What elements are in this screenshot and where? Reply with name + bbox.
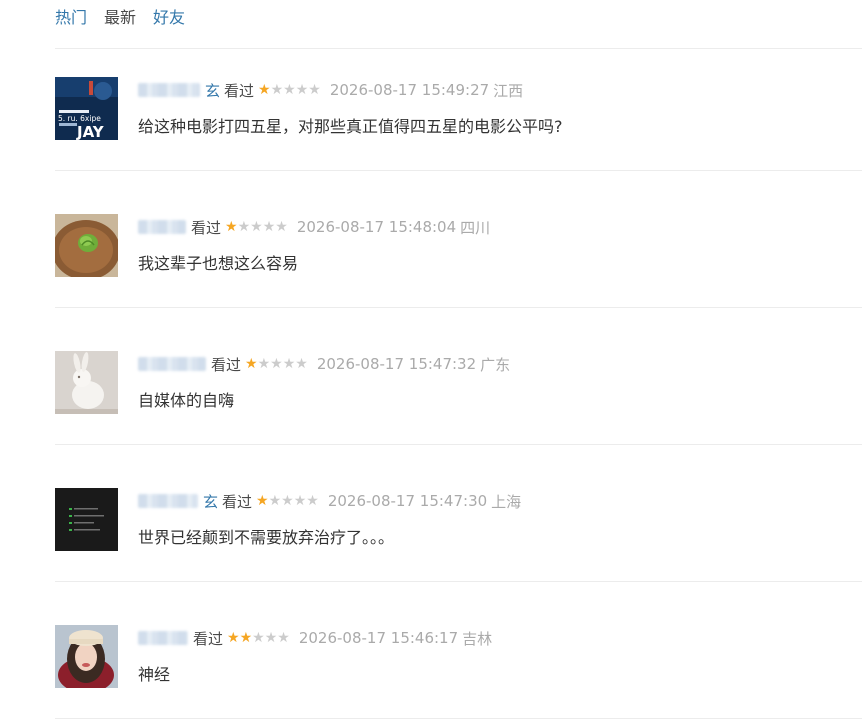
star-filled-icon: ★ [258,82,271,98]
star-empty-icon: ★ [252,630,265,646]
watched-label: 看过 [224,81,255,100]
username-tail[interactable]: 玄 [205,80,220,101]
comment-item: 看过 ★ ★ ★ ★ ★ 2026-08-17 15:48:04 四川 我这辈子也想这么… [55,214,862,284]
rating-stars: ★ ★ ★ ★ ★ [258,83,321,97]
watched-label: 看过 [211,355,242,374]
comment-text: 神经 [138,665,171,684]
star-empty-icon: ★ [270,82,284,98]
comment-time[interactable]: 2026-08-17 15:47:32 [317,355,476,373]
divider [55,48,862,49]
star-empty-icon: ★ [277,630,290,646]
star-empty-icon: ★ [237,219,251,235]
comment-text: 世界已经颠到不需要放弃治疗了。。。 [138,528,395,547]
comment-meta: 看过 ★ ★ ★ ★ ★ 2026-08-17 15:47:32 广东 [138,352,510,376]
avatar-woman-cap-image [55,625,118,688]
comment-text: 给这种电影打四五星，对那些真正值得四五星的电影公平吗? [138,117,563,136]
rating-stars: ★ ★ ★ ★ ★ [227,631,290,645]
comment-meta: 看过 ★ ★ ★ ★ ★ 2026-08-17 15:46:17 吉林 [138,626,492,650]
rating-stars: ★ ★ ★ ★ ★ [256,494,319,508]
username[interactable] [138,631,188,645]
username[interactable] [138,494,198,508]
avatar[interactable] [55,625,118,688]
comment-meta: 玄 看过 ★ ★ ★ ★ ★ 2026-08-17 15:47:30 上海 [138,489,521,513]
avatar[interactable] [55,351,118,414]
avatar-caption-top: 5. ru. 6xipe [58,114,101,123]
avatar[interactable]: 5. ru. 6xipe JAY [55,77,118,140]
star-empty-icon: ★ [275,219,288,235]
comment-time[interactable]: 2026-08-17 15:46:17 [299,629,458,647]
divider [55,444,862,445]
rating-stars: ★ ★ ★ ★ ★ [245,357,308,371]
star-empty-icon: ★ [281,493,294,509]
comment-location: 吉林 [462,629,493,648]
divider [55,307,862,308]
star-filled-icon: ★ [239,630,253,646]
comment-time[interactable]: 2026-08-17 15:47:30 [328,492,487,510]
watched-label: 看过 [191,218,222,237]
star-empty-icon: ★ [283,82,296,98]
star-filled-icon: ★ [225,219,238,235]
avatar[interactable] [55,214,118,277]
watched-label: 看过 [222,492,253,511]
comment-item: 看过 ★ ★ ★ ★ ★ 2026-08-17 15:46:17 吉林 神经 [55,625,862,695]
star-empty-icon: ★ [293,493,307,509]
star-empty-icon: ★ [257,356,271,372]
avatar-plate-image [55,214,118,277]
comment-time[interactable]: 2026-08-17 15:48:04 [297,218,456,236]
rating-stars: ★ ★ ★ ★ ★ [225,220,288,234]
star-empty-icon: ★ [262,219,276,235]
tab-hot[interactable]: 热门 [55,6,87,30]
avatar-dark-screen-image [55,488,118,551]
divider [55,718,862,719]
comment-location: 广东 [480,355,511,374]
star-empty-icon: ★ [250,219,263,235]
star-empty-icon: ★ [306,493,319,509]
comment-time[interactable]: 2026-08-17 15:49:27 [330,81,489,99]
comment-item: 看过 ★ ★ ★ ★ ★ 2026-08-17 15:47:32 广东 自媒体的自嗨 [55,351,862,421]
avatar[interactable] [55,488,118,551]
comment-meta: 看过 ★ ★ ★ ★ ★ 2026-08-17 15:48:04 四川 [138,215,490,239]
divider [55,170,862,171]
comment-tabs: 热门 最新 好友 [55,6,185,30]
star-filled-icon: ★ [256,493,269,509]
comment-location: 四川 [460,218,491,237]
avatar-rabbit-image [55,351,118,414]
username[interactable] [138,357,206,371]
tab-latest[interactable]: 最新 [104,6,136,30]
divider [55,581,862,582]
comment-text: 自媒体的自嗨 [138,391,235,410]
star-empty-icon: ★ [268,493,282,509]
comment-item: 玄 看过 ★ ★ ★ ★ ★ 2026-08-17 15:47:30 上海 世界已经颠到… [55,488,862,558]
username[interactable] [138,220,186,234]
comment-item: 5. ru. 6xipe JAY 玄 看过 ★ ★ ★ ★ ★ 2026-08-17 1… [55,77,862,147]
username-tail[interactable]: 玄 [203,491,218,512]
comment-meta: 玄 看过 ★ ★ ★ ★ ★ 2026-08-17 15:49:27 江西 [138,78,523,102]
comment-text: 我这辈子也想这么容易 [138,254,299,273]
star-empty-icon: ★ [282,356,296,372]
avatar-jay-image: 5. ru. 6xipe JAY [55,77,118,140]
star-empty-icon: ★ [308,82,321,98]
star-filled-icon: ★ [227,630,240,646]
star-filled-icon: ★ [245,356,258,372]
star-empty-icon: ★ [270,356,283,372]
comment-location: 上海 [491,492,522,511]
star-empty-icon: ★ [295,82,309,98]
comment-location: 江西 [493,81,524,100]
star-empty-icon: ★ [295,356,308,372]
star-empty-icon: ★ [264,630,278,646]
watched-label: 看过 [193,629,224,648]
tab-friends[interactable]: 好友 [153,6,185,30]
username[interactable] [138,83,200,97]
avatar-caption-bottom: JAY [76,123,105,140]
